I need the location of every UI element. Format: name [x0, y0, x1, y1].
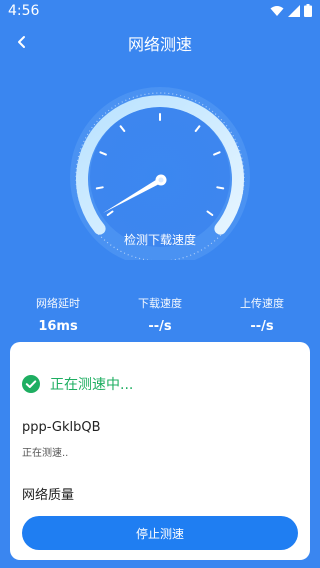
- speed-stats: 网络延时 16ms 下载速度 --/s 上传速度 --/s: [0, 295, 320, 335]
- status-time: 4:56: [8, 3, 40, 19]
- network-quality-label: 网络质量: [22, 488, 75, 503]
- gauge-caption: 检测下载速度: [123, 233, 196, 247]
- stat-value: 16ms: [38, 319, 78, 334]
- signal-icon: [288, 4, 300, 17]
- stat-value: --/s: [148, 319, 172, 334]
- wifi-icon: [270, 5, 284, 16]
- battery-icon: [304, 4, 312, 17]
- stat-download: 下载速度 --/s: [120, 295, 200, 335]
- test-status-card: 正在测速中... ppp-GklbQB 正在测速.. 网络质量 停止测速: [10, 342, 310, 560]
- app-bar: 网络测速: [0, 24, 320, 60]
- status-icons: [270, 4, 312, 17]
- stop-test-button[interactable]: 停止测速: [22, 516, 298, 550]
- page-title: 网络测速: [127, 35, 192, 54]
- stat-upload: 上传速度 --/s: [222, 295, 302, 335]
- stat-latency: 网络延时 16ms: [18, 295, 98, 335]
- network-name: ppp-GklbQB: [22, 420, 101, 435]
- test-status-row: 正在测速中...: [22, 374, 133, 394]
- stat-label: 网络延时: [36, 297, 80, 310]
- stat-label: 下载速度: [138, 297, 182, 310]
- network-status: 正在测速..: [22, 448, 69, 459]
- check-circle-icon: [22, 375, 40, 393]
- stat-value: --/s: [250, 319, 274, 334]
- status-bar: 4:56: [0, 0, 320, 24]
- test-status-text: 正在测速中...: [50, 377, 134, 393]
- stat-label: 上传速度: [240, 297, 284, 310]
